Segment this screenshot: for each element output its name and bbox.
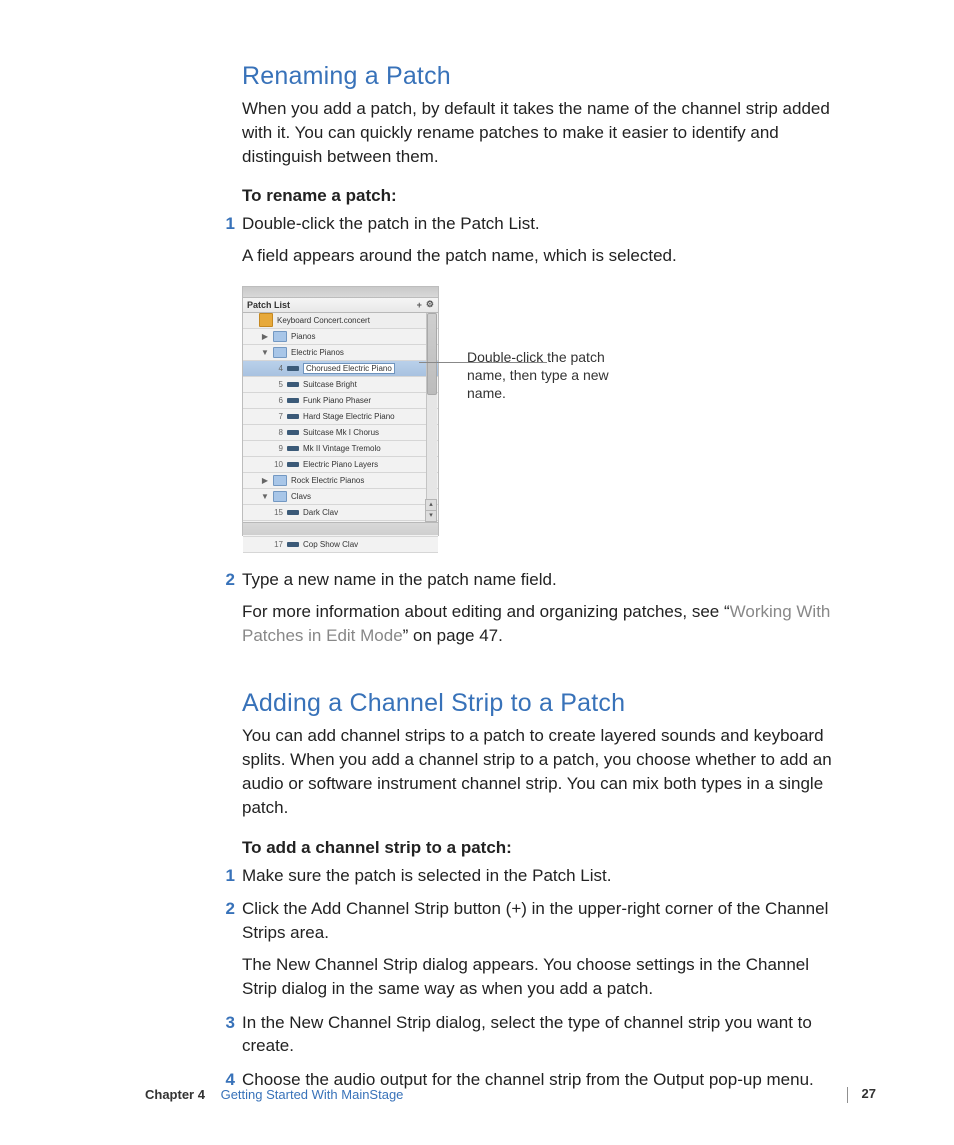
patch-row[interactable]: 6 Funk Piano Phaser (243, 393, 438, 409)
channel-strip-icon (287, 446, 299, 451)
disclosure-triangle-icon[interactable]: ▶ (261, 476, 269, 485)
patch-row[interactable]: 9 Mk II Vintage Tremolo (243, 441, 438, 457)
step-follow: The New Channel Strip dialog appears. Yo… (242, 953, 847, 1001)
page-footer: Chapter 4 Getting Started With MainStage… (0, 1086, 954, 1103)
patch-index: 17 (273, 540, 283, 549)
channel-strip-icon (287, 366, 299, 371)
patch-name: Suitcase Bright (303, 380, 357, 389)
patch-name: Electric Piano Layers (303, 460, 378, 469)
patch-index: 5 (273, 380, 283, 389)
folder-icon (273, 475, 287, 486)
channel-strip-icon (287, 414, 299, 419)
patch-row[interactable]: 15 Dark Clav (243, 505, 438, 521)
concert-name: Keyboard Concert.concert (277, 316, 370, 325)
patch-row-selected[interactable]: 4 Chorused Electric Piano (243, 361, 438, 377)
section2-intro: You can add channel strips to a patch to… (97, 724, 857, 819)
step-text: In the New Channel Strip dialog, select … (242, 1011, 847, 1059)
patch-list-header: Patch List + ⚙ (243, 298, 438, 313)
section2-lead: To add a channel strip to a patch: (97, 838, 857, 858)
patch-rows: Keyboard Concert.concert ▶ Pianos ▼ Elec… (243, 313, 438, 553)
patch-index: 4 (273, 364, 283, 373)
chapter-label: Chapter 4 (145, 1087, 205, 1102)
patch-row[interactable]: 5 Suitcase Bright (243, 377, 438, 393)
step-number: 2 (217, 897, 235, 921)
action-menu-button[interactable]: ⚙ (426, 299, 434, 310)
step-text: Double-click the patch in the Patch List… (242, 212, 847, 236)
patch-row[interactable]: 10 Electric Piano Layers (243, 457, 438, 473)
patch-index: 10 (273, 460, 283, 469)
channel-strip-icon (287, 462, 299, 467)
scrollbar-thumb[interactable] (427, 313, 437, 395)
folder-name: Rock Electric Pianos (291, 476, 364, 485)
folder-icon (273, 491, 287, 502)
patch-index: 6 (273, 396, 283, 405)
chapter-title: Getting Started With MainStage (221, 1087, 404, 1102)
patch-index: 15 (273, 508, 283, 517)
disclosure-triangle-icon[interactable]: ▼ (261, 492, 269, 501)
patch-name: Suitcase Mk I Chorus (303, 428, 379, 437)
folder-row[interactable]: ▼ Electric Pianos (243, 345, 438, 361)
add-patch-button[interactable]: + (417, 300, 422, 310)
folder-icon (273, 331, 287, 342)
patch-index: 7 (273, 412, 283, 421)
section-heading-adding: Adding a Channel Strip to a Patch (97, 689, 857, 718)
patch-list-title: Patch List (247, 300, 290, 310)
patch-index: 8 (273, 428, 283, 437)
step-number: 1 (217, 212, 235, 236)
channel-strip-icon (287, 398, 299, 403)
section-heading-renaming: Renaming a Patch (97, 62, 857, 91)
scroll-down-button[interactable]: ▾ (425, 510, 437, 522)
channel-strip-icon (287, 510, 299, 515)
figure-callout: Double-click the patch name, then type a… (467, 348, 627, 403)
patch-row[interactable]: 17 Cop Show Clav (243, 537, 438, 553)
step-1-1: 1 Double-click the patch in the Patch Li… (97, 212, 857, 268)
section1-lead: To rename a patch: (97, 186, 857, 206)
patch-list-panel: Patch List + ⚙ Keyboard Concert.concert … (242, 286, 439, 536)
panel-footer (243, 522, 438, 535)
patch-name: Dark Clav (303, 508, 338, 517)
disclosure-triangle-icon[interactable]: ▼ (261, 348, 269, 357)
folder-icon (273, 347, 287, 358)
folder-name: Pianos (291, 332, 315, 341)
step-number: 2 (217, 568, 235, 592)
follow-prefix: For more information about editing and o… (242, 602, 730, 621)
section1-intro: When you add a patch, by default it take… (97, 97, 857, 168)
patch-row[interactable]: 7 Hard Stage Electric Piano (243, 409, 438, 425)
scrollbar[interactable] (426, 313, 437, 521)
step-2-2: 2 Click the Add Channel Strip button (+)… (97, 897, 857, 1000)
patch-name: Cop Show Clav (303, 540, 358, 549)
concert-icon (259, 313, 273, 327)
concert-row[interactable]: Keyboard Concert.concert (243, 313, 438, 329)
step-1-2: 2 Type a new name in the patch name fiel… (97, 568, 857, 647)
patch-name: Mk II Vintage Tremolo (303, 444, 381, 453)
patch-row[interactable]: 8 Suitcase Mk I Chorus (243, 425, 438, 441)
step-2-1: 1 Make sure the patch is selected in the… (97, 864, 857, 888)
footer-separator (847, 1087, 848, 1103)
channel-strip-icon (287, 542, 299, 547)
step-2-3: 3 In the New Channel Strip dialog, selec… (97, 1011, 857, 1059)
step-text: Make sure the patch is selected in the P… (242, 864, 847, 888)
patch-index: 9 (273, 444, 283, 453)
folder-row[interactable]: ▼ Clavs (243, 489, 438, 505)
folder-name: Clavs (291, 492, 311, 501)
patch-name: Funk Piano Phaser (303, 396, 371, 405)
window-chrome (243, 287, 438, 298)
step-follow: A field appears around the patch name, w… (242, 244, 847, 268)
channel-strip-icon (287, 382, 299, 387)
folder-row[interactable]: ▶ Pianos (243, 329, 438, 345)
patch-name-edit-field[interactable]: Chorused Electric Piano (303, 363, 395, 374)
folder-name: Electric Pianos (291, 348, 344, 357)
patch-name: Hard Stage Electric Piano (303, 412, 395, 421)
step-number: 1 (217, 864, 235, 888)
step-number: 3 (217, 1011, 235, 1035)
step-text: Click the Add Channel Strip button (+) i… (242, 897, 847, 945)
step-follow: For more information about editing and o… (242, 600, 847, 648)
figure-patch-list: Patch List + ⚙ Keyboard Concert.concert … (97, 286, 857, 546)
disclosure-triangle-icon[interactable]: ▶ (261, 332, 269, 341)
channel-strip-icon (287, 430, 299, 435)
folder-row[interactable]: ▶ Rock Electric Pianos (243, 473, 438, 489)
step-text: Type a new name in the patch name field. (242, 568, 847, 592)
follow-suffix: ” on page 47. (403, 626, 503, 645)
page-number: 27 (862, 1086, 876, 1101)
